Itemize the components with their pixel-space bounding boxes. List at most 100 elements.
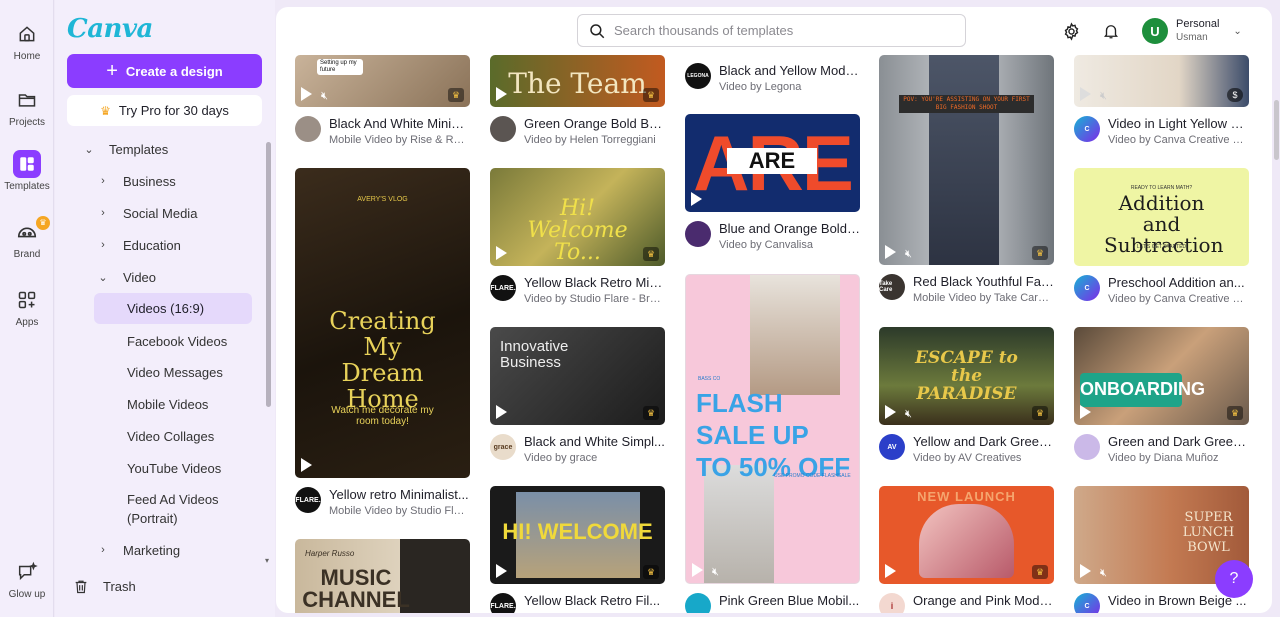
rail-projects[interactable]: Projects <box>0 86 54 128</box>
tree-item-social-media[interactable]: › Social Media <box>97 199 197 227</box>
play-icon <box>885 564 896 578</box>
template-thumbnail[interactable]: READY TO LEARN MATH? Addition and Subtra… <box>1074 168 1249 266</box>
thumb-bottom-text: LET'S GET STARTED <box>1136 244 1187 250</box>
left-rail: Home Projects Templates ♛ Brand Apps Glo… <box>0 0 54 617</box>
template-card[interactable]: ESCAPE to the PARADISE 🔇︎ ♛ AV Yellow an… <box>879 327 1054 464</box>
template-card[interactable]: The Team ♛ Green Orange Bold Bu... Video … <box>490 55 665 146</box>
template-thumbnail[interactable]: ONBOARDING ♛ <box>1074 327 1249 425</box>
gear-icon <box>1064 21 1078 41</box>
panel-scrollbar[interactable] <box>266 142 271 407</box>
template-card[interactable]: Innovative Business ♛ grace Black and Wh… <box>490 327 665 464</box>
rail-brand[interactable]: ♛ Brand <box>0 216 54 260</box>
template-thumbnail[interactable]: HI! WELCOME ♛ <box>490 486 665 584</box>
thumb-bottom-text: USE PROMO CODE FLASHSALE <box>774 473 851 479</box>
card-creator: Video by Canvalisa <box>719 239 813 251</box>
crown-icon: ♛ <box>100 103 111 118</box>
rail-glow-up[interactable]: Glow up <box>0 558 54 600</box>
scroll-down-arrow-icon[interactable]: ▾ <box>265 556 269 565</box>
card-creator: Video by Canva Creative St... <box>1108 134 1249 146</box>
rail-templates-label: Templates <box>4 181 50 192</box>
template-thumbnail[interactable]: 🔇︎ $ <box>1074 55 1249 107</box>
template-card[interactable]: READY TO LEARN MATH? Addition and Subtra… <box>1074 168 1249 305</box>
tree-item-video[interactable]: ⌄ Video <box>97 263 156 291</box>
brand-crown-icon: ♛ <box>36 216 50 230</box>
tree-item-video-collages[interactable]: Video Collages <box>127 422 214 450</box>
template-card[interactable]: ONBOARDING ♛ Green and Dark Green ... Vid… <box>1074 327 1249 464</box>
tree-item-templates[interactable]: ⌄ Templates <box>83 135 168 163</box>
create-design-label: Create a design <box>125 63 223 79</box>
play-icon <box>301 458 312 472</box>
search-input[interactable] <box>614 23 944 38</box>
template-card[interactable]: POV: YOU'RE ASSISTING ON YOUR FIRST BIG … <box>879 55 1054 304</box>
template-thumbnail[interactable]: ESCAPE to the PARADISE 🔇︎ ♛ <box>879 327 1054 425</box>
card-creator: Video by AV Creatives <box>913 452 1022 464</box>
trash-button[interactable]: Trash <box>73 578 136 595</box>
tree-item-videos-16-9[interactable]: Videos (16:9) <box>94 293 252 324</box>
template-card[interactable]: Hi! Welcome To... ♛ FLARE. Yellow Black … <box>490 168 665 305</box>
template-card[interactable]: NEW LAUNCH ♛ i Orange and Pink Mode... <box>879 486 1054 613</box>
template-thumbnail[interactable]: Harper Russo MUSIC CHANNEL <box>295 539 470 613</box>
template-thumbnail[interactable]: ARE ARE <box>685 114 860 212</box>
thumb-title: The Team <box>508 67 647 100</box>
template-card[interactable]: BASS CO FLASH SALE UP TO 50% OFF USE PRO… <box>685 274 860 613</box>
card-title: Black and Yellow Mode... <box>719 63 860 78</box>
main-content: U Personal Usman ⌄ Setting up my future … <box>276 7 1272 613</box>
tree-label: Templates <box>109 141 169 157</box>
account-text: Personal Usman <box>1176 18 1219 44</box>
card-creator: Mobile Video by Studio Flar... <box>329 505 470 517</box>
search-bar[interactable] <box>577 14 966 47</box>
card-title: Preschool Addition an... <box>1108 275 1245 290</box>
template-card[interactable]: LEGONA Black and Yellow Mode... Video by … <box>685 55 860 93</box>
premium-crown-icon: ♛ <box>1032 565 1048 579</box>
template-thumbnail[interactable]: The Team ♛ <box>490 55 665 107</box>
template-card[interactable]: Setting up my future 🔇︎ ♛ Black And Whit… <box>295 55 470 146</box>
tree-item-feed-ad-videos-portrait[interactable]: (Portrait) <box>127 504 178 532</box>
creator-avatar: FLARE. <box>490 275 516 301</box>
premium-crown-icon: ♛ <box>1032 406 1048 420</box>
play-icon <box>1080 87 1091 101</box>
rail-home[interactable]: Home <box>0 20 54 62</box>
tree-label: Business <box>123 173 176 189</box>
tree-item-education[interactable]: › Education <box>97 231 181 259</box>
template-card[interactable]: Harper Russo MUSIC CHANNEL <box>295 539 470 613</box>
thumb-title: Hi! Welcome To... <box>527 196 628 265</box>
tree-item-video-messages[interactable]: Video Messages <box>127 358 223 386</box>
tree-label: YouTube Videos <box>127 460 222 476</box>
template-card[interactable]: ARE ARE Blue and Orange Bold ... Video by… <box>685 114 860 251</box>
tree-item-facebook-videos[interactable]: Facebook Videos <box>127 327 227 355</box>
template-thumbnail[interactable]: Hi! Welcome To... ♛ <box>490 168 665 266</box>
try-pro-button[interactable]: ♛ Try Pro for 30 days <box>67 95 262 126</box>
template-thumbnail[interactable]: NEW LAUNCH ♛ <box>879 486 1054 584</box>
card-title: Yellow retro Minimalist... <box>329 487 469 502</box>
settings-button[interactable] <box>1061 21 1081 41</box>
play-icon <box>692 563 703 577</box>
thumb-title: MUSIC CHANNEL <box>302 565 410 612</box>
template-card[interactable]: HI! WELCOME ♛ FLARE. Yellow Black Retro … <box>490 486 665 613</box>
template-thumbnail[interactable]: BASS CO FLASH SALE UP TO 50% OFF USE PRO… <box>685 274 860 584</box>
card-title: Blue and Orange Bold ... <box>719 221 860 236</box>
account-menu[interactable]: U Personal Usman ⌄ <box>1142 16 1252 46</box>
tree-item-business[interactable]: › Business <box>97 167 176 195</box>
help-button[interactable]: ? <box>1215 560 1253 598</box>
chevron-right-icon: › <box>101 175 105 187</box>
rail-templates[interactable]: Templates <box>0 150 54 192</box>
mute-icon: 🔇︎ <box>712 566 719 578</box>
template-card[interactable]: AVERY'S VLOG Creating My Dream Home Watc… <box>295 168 470 517</box>
tree-item-mobile-videos[interactable]: Mobile Videos <box>127 390 208 418</box>
template-thumbnail[interactable]: POV: YOU'RE ASSISTING ON YOUR FIRST BIG … <box>879 55 1054 265</box>
tree-label: Videos (16:9) <box>127 301 205 316</box>
page-scrollbar[interactable] <box>1274 100 1279 160</box>
create-design-button[interactable]: + Create a design <box>67 54 262 88</box>
rail-apps[interactable]: Apps <box>0 286 54 328</box>
template-card[interactable]: 🔇︎ $ C Video in Light Yellow B... Video b… <box>1074 55 1249 146</box>
chevron-down-icon: ⌄ <box>98 271 108 284</box>
tree-item-marketing[interactable]: › Marketing <box>97 536 180 564</box>
template-thumbnail[interactable]: Setting up my future 🔇︎ ♛ <box>295 55 470 107</box>
template-thumbnail[interactable]: AVERY'S VLOG Creating My Dream Home Watc… <box>295 168 470 478</box>
notifications-button[interactable] <box>1101 21 1121 41</box>
canva-logo[interactable]: Canva <box>67 14 153 44</box>
tree-item-youtube-videos[interactable]: YouTube Videos <box>127 454 221 482</box>
play-icon <box>885 245 896 259</box>
creator-avatar <box>1074 434 1100 460</box>
template-thumbnail[interactable]: Innovative Business ♛ <box>490 327 665 425</box>
